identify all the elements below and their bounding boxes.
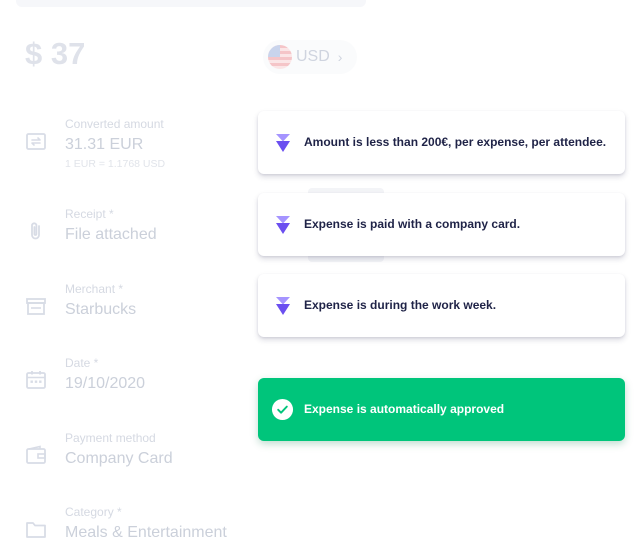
field-label: Date * [65, 356, 99, 370]
approval-card: Expense is automatically approved [258, 378, 625, 441]
field-value: Starbucks [65, 301, 137, 318]
field-value: 19/10/2020 [65, 375, 146, 392]
field-label: Category * [65, 505, 122, 519]
exchange-rate: 1 EUR = 1.1768 USD [65, 158, 166, 170]
currency-code: USD [296, 48, 330, 65]
rule-text: Amount is less than 200€, per expense, p… [304, 135, 607, 149]
field-label: Receipt * [65, 207, 114, 221]
chevrons-down-icon [276, 297, 290, 315]
chevrons-down-icon [276, 134, 290, 152]
store-icon [26, 298, 46, 315]
wallet-icon [26, 445, 46, 464]
field-value: Company Card [65, 450, 173, 467]
field-label: Merchant * [65, 282, 124, 296]
rule-card: Expense is during the work week. [258, 274, 625, 337]
rule-card: Amount is less than 200€, per expense, p… [258, 111, 625, 174]
paperclip-icon [31, 222, 40, 240]
top-bar [16, 0, 366, 7]
folder-icon [26, 522, 46, 538]
rule-text: Expense is paid with a company card. [304, 217, 521, 231]
expense-amount: $ 37 [25, 36, 86, 71]
chevrons-down-icon [276, 216, 290, 234]
field-value: 31.31 EUR [65, 136, 144, 153]
chevron-right-icon: › [337, 49, 343, 65]
exchange-icon [26, 133, 46, 150]
field-value: File attached [65, 226, 157, 243]
currency-selector[interactable]: USD › [263, 40, 357, 74]
us-flag-icon [268, 45, 292, 69]
rule-card: Expense is paid with a company card. [258, 193, 625, 256]
field-label: Payment method [65, 431, 156, 445]
calendar-icon [26, 371, 46, 389]
rule-text: Expense is during the work week. [304, 298, 497, 312]
field-label: Converted amount [65, 117, 164, 131]
field-value: Meals & Entertainment [65, 524, 227, 541]
check-circle-icon [271, 398, 294, 421]
approval-text: Expense is automatically approved [304, 402, 505, 416]
